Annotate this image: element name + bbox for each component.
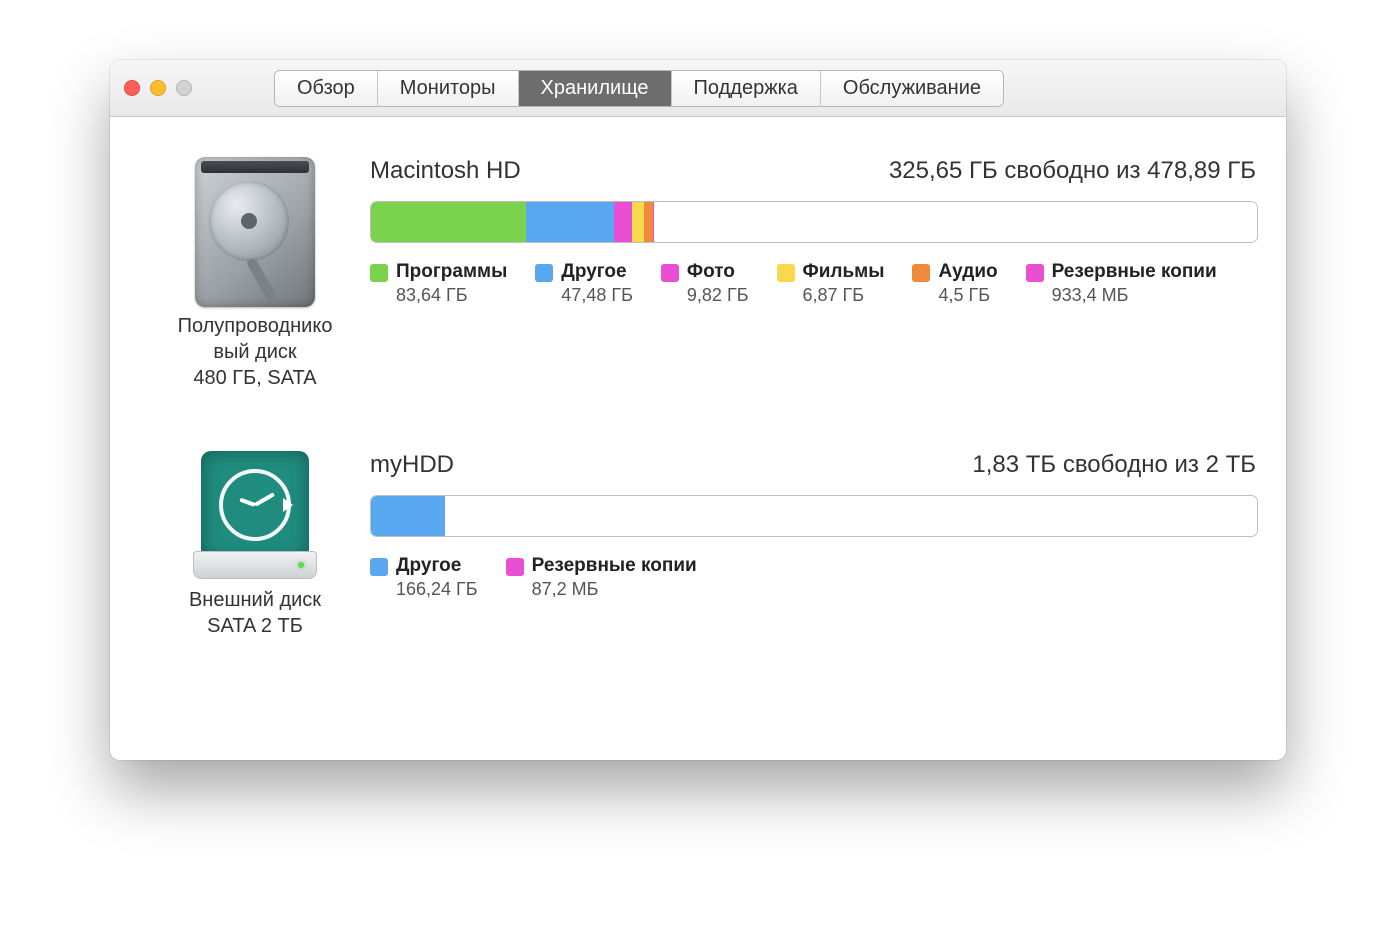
disk-header: Macintosh HD 325,65 ГБ свободно из 478,8… [370,157,1256,185]
disk-name: myHDD [370,451,454,479]
storage-pane: Полупроводнико вый диск 480 ГБ, SATA Mac… [110,117,1286,729]
legend-item-movies: Фильмы6,87 ГБ [777,261,885,306]
disk-caption: Внешний диск SATA 2 ТБ [140,587,370,639]
legend-label: Программы [396,261,507,283]
disk-caption-line: Полупроводнико [140,313,370,339]
disk-header: myHDD 1,83 ТБ свободно из 2 ТБ [370,451,1256,479]
disk-icon-column: Внешний диск SATA 2 ТБ [140,451,370,639]
legend-value: 6,87 ГБ [803,285,885,306]
legend-label: Фильмы [803,261,885,283]
minimize-icon[interactable] [150,80,166,96]
legend-item-apps: Программы83,64 ГБ [370,261,507,306]
disk-caption-line: SATA 2 ТБ [140,613,370,639]
tab-displays[interactable]: Мониторы [378,71,519,106]
tab-storage[interactable]: Хранилище [519,71,672,106]
window-controls [124,80,192,96]
tab-support[interactable]: Поддержка [672,71,821,106]
legend-swatch [506,558,524,576]
legend-value: 87,2 МБ [532,579,697,600]
legend-value: 47,48 ГБ [561,285,633,306]
legend-label: Резервные копии [532,555,697,577]
usage-segment-other [526,202,614,242]
usage-bar [370,495,1258,537]
tab-service[interactable]: Обслуживание [821,71,1003,106]
zoom-icon[interactable] [176,80,192,96]
disk-caption: Полупроводнико вый диск 480 ГБ, SATA [140,313,370,391]
legend-swatch [661,264,679,282]
legend-label: Резервные копии [1052,261,1217,283]
close-icon[interactable] [124,80,140,96]
disk-free-text: 325,65 ГБ свободно из 478,89 ГБ [889,157,1256,185]
legend-item-backup: Резервные копии87,2 МБ [506,555,697,600]
legend-swatch [1026,264,1044,282]
disk-caption-line: Внешний диск [140,587,370,613]
internal-ssd-icon [195,157,315,307]
about-this-mac-window: Обзор Мониторы Хранилище Поддержка Обслу… [110,60,1286,760]
drive-led-icon [298,562,304,568]
disk-details: myHDD 1,83 ТБ свободно из 2 ТБ Другое166… [370,451,1256,600]
usage-legend: Программы83,64 ГБ Другое47,48 ГБ Фото9,82 … [370,261,1256,306]
legend-label: Другое [396,555,478,577]
usage-bar [370,201,1258,243]
legend-value: 166,24 ГБ [396,579,478,600]
usage-segment-other [371,496,445,536]
usage-segment-apps [371,202,526,242]
legend-item-backup: Резервные копии933,4 МБ [1026,261,1217,306]
legend-swatch [535,264,553,282]
legend-item-other: Другое47,48 ГБ [535,261,633,306]
usage-segment-free [445,496,1257,536]
tab-bar: Обзор Мониторы Хранилище Поддержка Обслу… [274,70,1004,107]
legend-swatch [370,558,388,576]
legend-swatch [777,264,795,282]
usage-segment-photo [614,202,632,242]
legend-value: 83,64 ГБ [396,285,507,306]
legend-label: Другое [561,261,633,283]
external-timemachine-icon [190,451,320,581]
disk-row-myhdd: Внешний диск SATA 2 ТБ myHDD 1,83 ТБ сво… [140,451,1256,639]
legend-label: Аудио [938,261,997,283]
usage-segment-movies [632,202,645,242]
disk-caption-line: вый диск [140,339,370,365]
disk-free-text: 1,83 ТБ свободно из 2 ТБ [972,451,1256,479]
clock-icon [219,469,291,541]
titlebar: Обзор Мониторы Хранилище Поддержка Обслу… [110,60,1286,117]
legend-value: 9,82 ГБ [687,285,749,306]
legend-value: 933,4 МБ [1052,285,1217,306]
usage-segment-free [654,202,1257,242]
legend-item-other: Другое166,24 ГБ [370,555,478,600]
disk-caption-line: 480 ГБ, SATA [140,365,370,391]
legend-value: 4,5 ГБ [938,285,997,306]
legend-label: Фото [687,261,749,283]
disk-row-macintosh-hd: Полупроводнико вый диск 480 ГБ, SATA Mac… [140,157,1256,391]
legend-swatch [912,264,930,282]
usage-segment-audio [644,202,652,242]
legend-item-photo: Фото9,82 ГБ [661,261,749,306]
legend-item-audio: Аудио4,5 ГБ [912,261,997,306]
tab-overview[interactable]: Обзор [275,71,378,106]
legend-swatch [370,264,388,282]
usage-legend: Другое166,24 ГБ Резервные копии87,2 МБ [370,555,1256,600]
disk-details: Macintosh HD 325,65 ГБ свободно из 478,8… [370,157,1256,306]
disk-icon-column: Полупроводнико вый диск 480 ГБ, SATA [140,157,370,391]
disk-name: Macintosh HD [370,157,521,185]
